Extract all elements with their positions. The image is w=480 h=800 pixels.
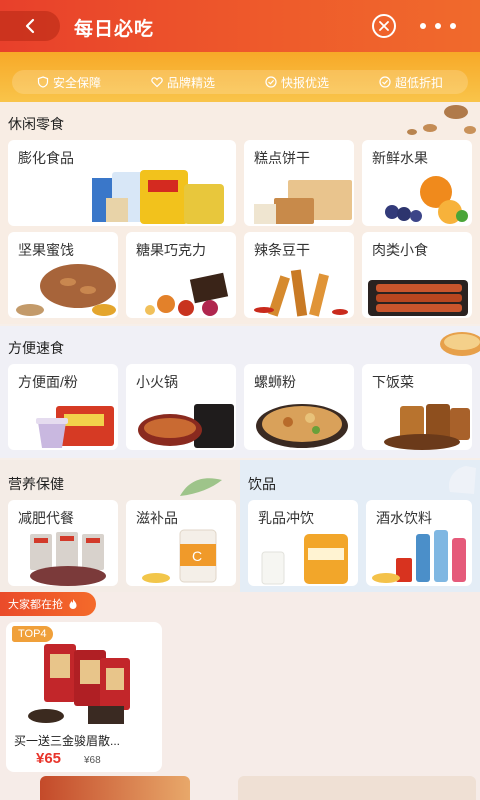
beverages-image	[372, 530, 466, 583]
category-card[interactable]: 减肥代餐	[8, 500, 118, 586]
heart-icon	[151, 77, 163, 88]
close-circle-icon	[379, 21, 389, 31]
category-card[interactable]: 乳品冲饮	[248, 500, 358, 586]
meal-replacement-image	[30, 532, 106, 586]
tea-gift-box-image	[28, 644, 130, 724]
category-card[interactable]: 小火锅	[126, 364, 236, 450]
more-button[interactable]	[420, 16, 456, 36]
instant-noodles-image	[36, 406, 114, 448]
section-title: 休闲零食	[8, 116, 64, 132]
back-chevron-icon	[25, 18, 35, 34]
puffed-snacks-image	[92, 170, 224, 224]
milk-splash-decoration-icon	[448, 466, 476, 494]
nuts-decoration-icon	[407, 105, 476, 135]
close-button[interactable]	[372, 14, 396, 38]
product-price: ¥65	[36, 750, 62, 767]
hot-badge: 大家都在抢	[0, 592, 96, 616]
dairy-drinks-image	[261, 534, 348, 585]
product-card[interactable]: TOP4 买一送三金骏眉散... ¥65 ¥68	[6, 622, 162, 772]
more-dots-icon	[420, 23, 426, 29]
category-card[interactable]: 辣条豆干	[244, 232, 354, 318]
nuts-image	[16, 264, 116, 316]
next-product-card[interactable]	[238, 776, 476, 800]
shield-icon	[37, 76, 49, 88]
river-snail-noodles-image	[256, 404, 348, 448]
candy-chocolate-image	[145, 272, 229, 316]
top-bar: 每日必吃	[0, 0, 480, 52]
supplements-image: C	[142, 529, 217, 583]
section-title: 方便速食	[8, 340, 64, 356]
noodle-bowl-decoration-icon	[440, 332, 480, 356]
category-card[interactable]: 坚果蜜饯	[8, 232, 118, 318]
guarantee-item: 品牌精选	[151, 74, 215, 91]
category-card[interactable]: 糖果巧克力	[126, 232, 236, 318]
category-card[interactable]: 膨化食品	[8, 140, 236, 226]
biscuits-image	[254, 180, 352, 224]
svg-text:C: C	[192, 548, 202, 564]
category-card[interactable]: 新鲜水果	[362, 140, 472, 226]
category-card[interactable]: 下饭菜	[362, 364, 472, 450]
back-button[interactable]	[0, 11, 60, 41]
check-circle-icon	[265, 76, 277, 88]
guarantee-item: 安全保障	[37, 74, 101, 91]
guarantee-bar: 安全保障 品牌精选 快报优选 超低折扣	[0, 52, 480, 102]
guarantee-item: 快报优选	[265, 74, 329, 91]
category-card[interactable]: 肉类小食	[362, 232, 472, 318]
category-card[interactable]: 滋补品 C	[126, 500, 236, 586]
product-name: 买一送三金骏眉散...	[14, 734, 121, 748]
category-card[interactable]: 方便面/粉	[8, 364, 118, 450]
category-card[interactable]: 糕点饼干	[244, 140, 354, 226]
check-circle-icon	[379, 76, 391, 88]
fire-icon	[69, 599, 77, 609]
rank-tag: TOP4	[12, 626, 53, 642]
category-card[interactable]: 螺蛳粉	[244, 364, 354, 450]
fruit-image	[385, 176, 468, 224]
section-title: 营养保健	[8, 476, 64, 492]
mini-hotpot-image	[138, 404, 234, 448]
meat-snacks-image	[368, 280, 468, 316]
next-product-card[interactable]	[40, 776, 190, 800]
page-title: 每日必吃	[74, 19, 155, 40]
spicy-strips-image	[254, 269, 348, 317]
guarantee-item: 超低折扣	[379, 74, 443, 91]
side-dishes-image	[384, 404, 470, 450]
category-card[interactable]: 酒水饮料	[366, 500, 472, 586]
leaf-decoration-icon	[180, 478, 222, 496]
original-price: ¥68	[84, 755, 101, 766]
section-title: 饮品	[248, 476, 276, 492]
